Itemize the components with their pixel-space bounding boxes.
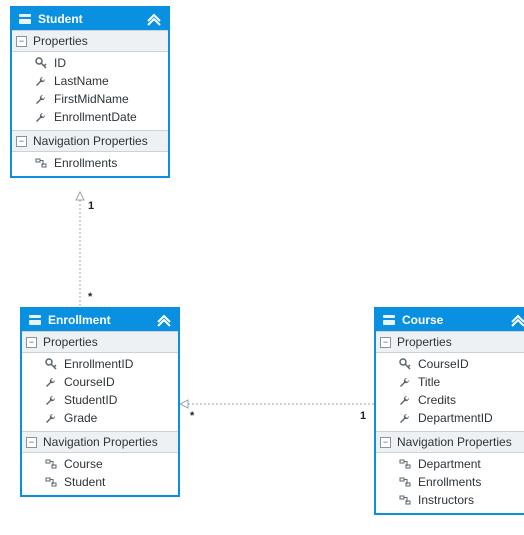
navprop-name: Instructors	[418, 493, 474, 507]
section-label: Properties	[33, 34, 88, 48]
section-toggle-icon[interactable]: −	[16, 36, 27, 47]
wrench-icon	[44, 393, 58, 407]
entity-header[interactable]: Enrollment	[22, 309, 178, 331]
entity-icon	[28, 313, 42, 327]
navprop-name: Enrollments	[418, 475, 481, 489]
navprop-row[interactable]: Department	[376, 455, 524, 473]
wrench-icon	[34, 110, 48, 124]
property-name: CourseID	[418, 357, 469, 371]
entity-title: Student	[38, 12, 146, 26]
entity-icon	[18, 12, 32, 26]
section-properties-header[interactable]: − Properties	[22, 331, 178, 353]
wrench-icon	[44, 375, 58, 389]
property-name: EnrollmentDate	[54, 110, 137, 124]
section-navigation-body: Course Student	[22, 453, 178, 495]
section-properties-body: EnrollmentID CourseID StudentID Grade	[22, 353, 178, 431]
navprop-row[interactable]: Course	[22, 455, 178, 473]
section-properties-header[interactable]: − Properties	[12, 30, 168, 52]
property-row[interactable]: DepartmentID	[376, 409, 524, 427]
property-name: LastName	[54, 74, 109, 88]
diagram-canvas: 1 * * 1 Student − Properties ID LastName	[0, 0, 524, 535]
key-icon	[34, 56, 48, 70]
property-row[interactable]: LastName	[12, 72, 168, 90]
section-properties-body: ID LastName FirstMidName EnrollmentDate	[12, 52, 168, 130]
section-properties-body: CourseID Title Credits DepartmentID	[376, 353, 524, 431]
key-icon	[398, 357, 412, 371]
property-row[interactable]: ID	[12, 54, 168, 72]
section-navigation-header[interactable]: − Navigation Properties	[12, 130, 168, 152]
nav-icon	[398, 493, 412, 507]
section-properties-header[interactable]: − Properties	[376, 331, 524, 353]
mult-student-one: 1	[88, 200, 94, 212]
collapse-icon[interactable]	[510, 313, 524, 327]
wrench-icon	[34, 74, 48, 88]
nav-icon	[398, 457, 412, 471]
navprop-name: Department	[418, 457, 481, 471]
property-name: StudentID	[64, 393, 117, 407]
property-name: ID	[54, 56, 66, 70]
key-icon	[44, 357, 58, 371]
section-toggle-icon[interactable]: −	[26, 437, 37, 448]
property-name: Grade	[64, 411, 97, 425]
section-toggle-icon[interactable]: −	[26, 337, 37, 348]
section-navigation-header[interactable]: − Navigation Properties	[376, 431, 524, 453]
entity-title: Enrollment	[48, 313, 156, 327]
nav-icon	[44, 457, 58, 471]
section-navigation-body: Enrollments	[12, 152, 168, 176]
property-row[interactable]: CourseID	[22, 373, 178, 391]
navprop-row[interactable]: Enrollments	[12, 154, 168, 172]
entity-course[interactable]: Course − Properties CourseID Title Credi…	[374, 307, 524, 515]
property-row[interactable]: Grade	[22, 409, 178, 427]
entity-enrollment[interactable]: Enrollment − Properties EnrollmentID Cou…	[20, 307, 180, 497]
property-row[interactable]: EnrollmentID	[22, 355, 178, 373]
property-name: FirstMidName	[54, 92, 129, 106]
navprop-row[interactable]: Student	[22, 473, 178, 491]
property-row[interactable]: Title	[376, 373, 524, 391]
wrench-icon	[34, 92, 48, 106]
property-name: DepartmentID	[418, 411, 493, 425]
mult-enrollment-many-a: *	[88, 291, 92, 303]
section-label: Navigation Properties	[33, 134, 148, 148]
navprop-name: Course	[64, 457, 103, 471]
navprop-row[interactable]: Enrollments	[376, 473, 524, 491]
section-navigation-header[interactable]: − Navigation Properties	[22, 431, 178, 453]
wrench-icon	[398, 375, 412, 389]
section-toggle-icon[interactable]: −	[380, 337, 391, 348]
section-label: Navigation Properties	[43, 435, 158, 449]
nav-icon	[44, 475, 58, 489]
property-row[interactable]: FirstMidName	[12, 90, 168, 108]
entity-header[interactable]: Student	[12, 8, 168, 30]
property-name: EnrollmentID	[64, 357, 133, 371]
collapse-icon[interactable]	[146, 12, 162, 26]
mult-course-one: 1	[360, 410, 366, 422]
wrench-icon	[398, 393, 412, 407]
property-row[interactable]: Credits	[376, 391, 524, 409]
property-name: Title	[418, 375, 440, 389]
property-name: Credits	[418, 393, 456, 407]
section-navigation-body: Department Enrollments Instructors	[376, 453, 524, 513]
navprop-name: Enrollments	[54, 156, 117, 170]
property-name: CourseID	[64, 375, 115, 389]
entity-title: Course	[402, 313, 510, 327]
wrench-icon	[44, 411, 58, 425]
section-label: Navigation Properties	[397, 435, 512, 449]
collapse-icon[interactable]	[156, 313, 172, 327]
property-row[interactable]: StudentID	[22, 391, 178, 409]
navprop-row[interactable]: Instructors	[376, 491, 524, 509]
section-label: Properties	[397, 335, 452, 349]
section-toggle-icon[interactable]: −	[16, 136, 27, 147]
section-label: Properties	[43, 335, 98, 349]
mult-enrollment-many-b: *	[190, 410, 194, 422]
nav-icon	[398, 475, 412, 489]
property-row[interactable]: CourseID	[376, 355, 524, 373]
section-toggle-icon[interactable]: −	[380, 437, 391, 448]
entity-student[interactable]: Student − Properties ID LastName FirstMi…	[10, 6, 170, 178]
nav-icon	[34, 156, 48, 170]
entity-header[interactable]: Course	[376, 309, 524, 331]
navprop-name: Student	[64, 475, 105, 489]
entity-icon	[382, 313, 396, 327]
property-row[interactable]: EnrollmentDate	[12, 108, 168, 126]
wrench-icon	[398, 411, 412, 425]
